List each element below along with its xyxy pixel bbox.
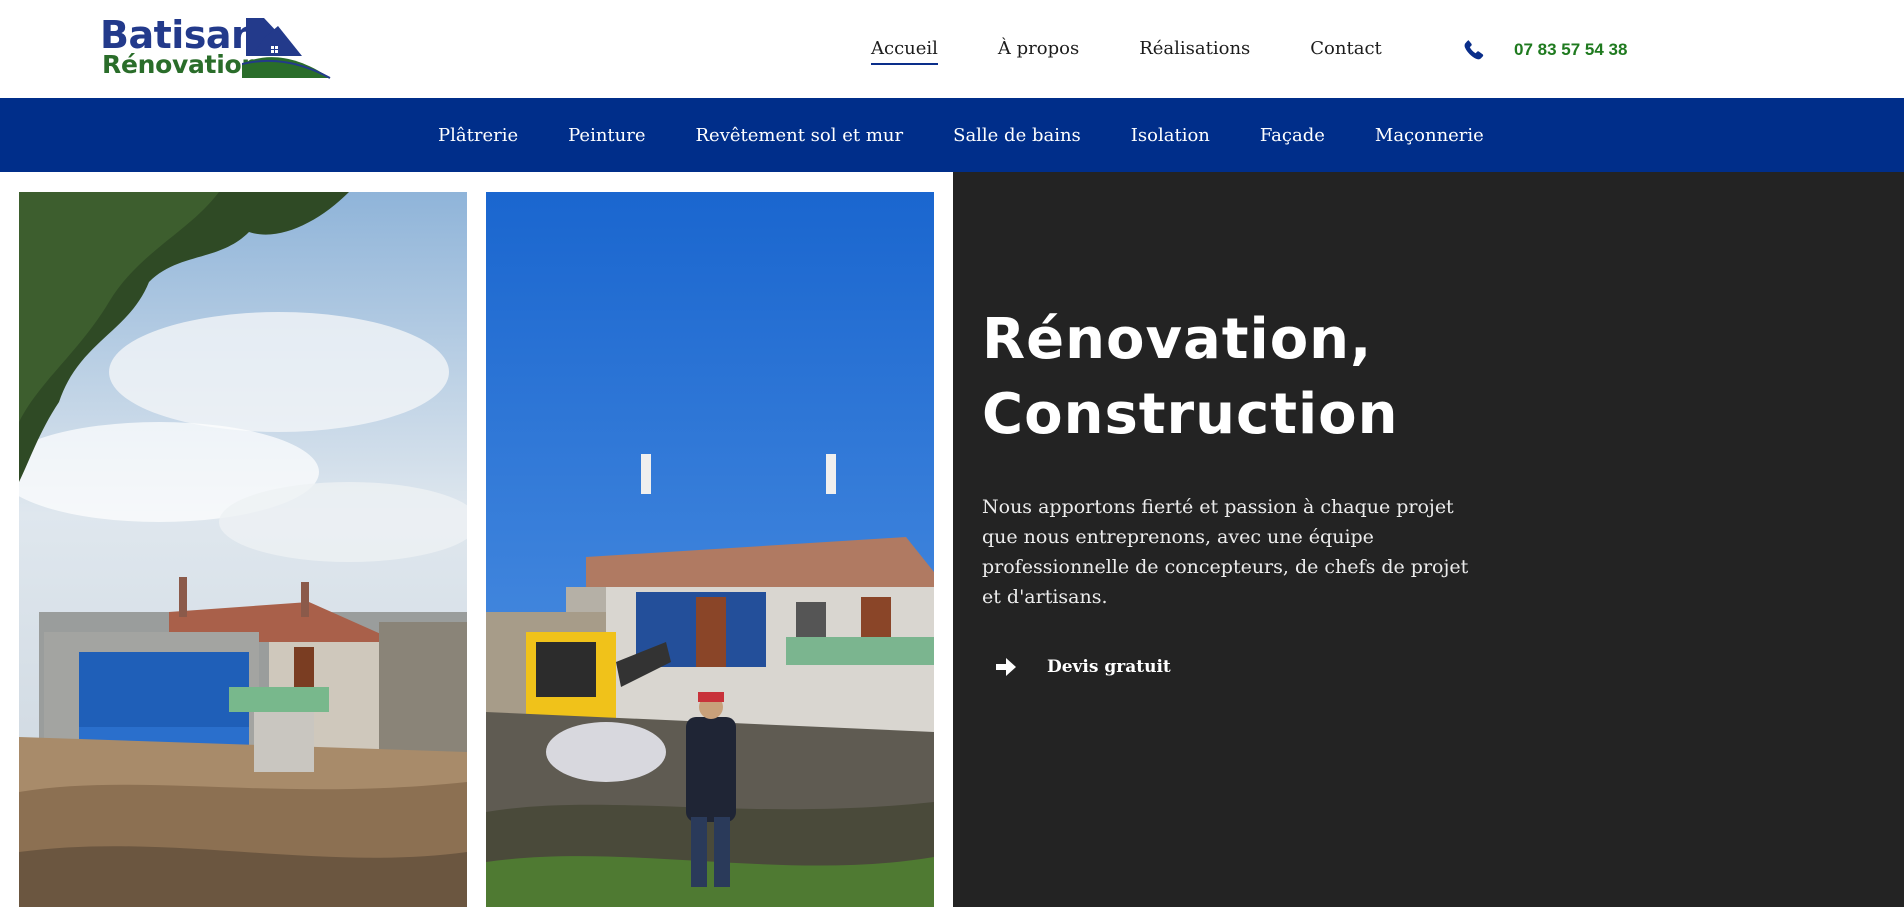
logo[interactable]: Batisan Rénovation — [100, 16, 332, 82]
service-maconnerie[interactable]: Maçonnerie — [1375, 125, 1484, 146]
service-peinture[interactable]: Peinture — [568, 125, 645, 146]
hero-description: Nous apportons fierté et passion à chaqu… — [982, 496, 1469, 608]
services-nav: Plâtrerie Peinture Revêtement sol et mur… — [438, 98, 1534, 172]
house-logo-icon — [242, 18, 331, 79]
nav-realisations[interactable]: Réalisations — [1139, 38, 1250, 65]
service-revetement[interactable]: Revêtement sol et mur — [696, 125, 904, 146]
services-bar: Plâtrerie Peinture Revêtement sol et mur… — [0, 98, 1904, 172]
project-photo-2 — [486, 192, 934, 907]
quote-button[interactable]: Devis gratuit — [993, 654, 1171, 680]
service-platrerie[interactable]: Plâtrerie — [438, 125, 518, 146]
quote-button-label: Devis gratuit — [1047, 657, 1171, 677]
arrow-right-icon — [996, 658, 1016, 676]
logo-text-batisan: Batisan — [100, 13, 258, 57]
nav-accueil[interactable]: Accueil — [871, 38, 938, 65]
phone-number[interactable]: 07 83 57 54 38 — [1514, 40, 1627, 60]
hero-section: Rénovation, Construction Nous apportons … — [953, 172, 1904, 907]
project-photo-1 — [19, 192, 467, 907]
service-salle-de-bains[interactable]: Salle de bains — [953, 125, 1081, 146]
site-header: Batisan Rénovation Accueil À propos Réal… — [0, 0, 1904, 98]
nav-a-propos[interactable]: À propos — [998, 38, 1079, 65]
hero-title-line-2: Construction — [982, 382, 1399, 447]
logo-text-renovation: Rénovation — [102, 50, 259, 79]
phone-icon — [1464, 40, 1484, 60]
main-nav: Accueil À propos Réalisations Contact — [871, 38, 1442, 65]
phone-link[interactable]: 07 83 57 54 38 — [1462, 38, 1627, 62]
hero-title-line-1: Rénovation, — [982, 307, 1373, 372]
hero-title: Rénovation, Construction — [982, 302, 1582, 452]
nav-contact[interactable]: Contact — [1310, 38, 1381, 65]
service-isolation[interactable]: Isolation — [1131, 125, 1210, 146]
service-facade[interactable]: Façade — [1260, 125, 1325, 146]
